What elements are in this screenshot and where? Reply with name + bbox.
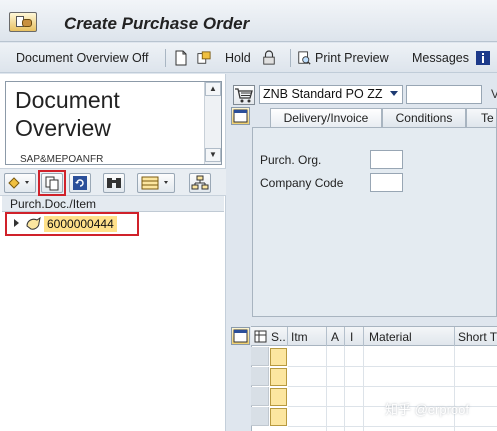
refresh-button[interactable]	[69, 173, 91, 193]
grid-column-line	[344, 346, 345, 431]
column-header-short-text[interactable]: Short T	[458, 330, 497, 344]
row-selector[interactable]	[251, 367, 269, 386]
row-selector[interactable]	[251, 387, 269, 406]
adopt-button-highlight	[38, 170, 66, 196]
hold-button[interactable]: Hold	[225, 51, 251, 65]
scroll-down-icon[interactable]: ▼	[205, 148, 221, 162]
item-overview-toggle-icon	[233, 329, 248, 343]
toolbar-separator	[165, 49, 166, 67]
toolbar-separator	[290, 49, 291, 67]
page-title: Create Purchase Order	[64, 14, 250, 33]
overview-toolbar	[0, 168, 226, 196]
tab-conditions[interactable]: Conditions	[382, 108, 466, 127]
selection-variant-icon	[8, 177, 29, 189]
po-type-dropdown[interactable]: ZNB Standard PO ZZ	[259, 85, 403, 104]
column-separator	[363, 327, 364, 346]
panel-splitter[interactable]	[226, 74, 232, 431]
header-toggle-icon	[233, 109, 248, 123]
column-separator	[344, 327, 345, 346]
grid-row-line	[288, 426, 497, 427]
selection-variant-button[interactable]	[4, 173, 36, 193]
column-header-item-category[interactable]: I	[350, 330, 353, 344]
row-selector[interactable]	[251, 347, 269, 366]
scroll-up-icon[interactable]: ▲	[205, 82, 221, 96]
find-button[interactable]	[103, 173, 125, 193]
grid-row-line	[288, 366, 497, 367]
row-status-cell[interactable]	[270, 348, 287, 366]
print-preview-button[interactable]: Print Preview	[315, 51, 389, 65]
column-header-status[interactable]: S..	[271, 330, 286, 344]
chevron-down-icon[interactable]	[390, 91, 398, 96]
layout-name: SAP&MEPOANFR	[20, 154, 104, 165]
vendor-label: V	[491, 87, 497, 101]
tree-column-header: Purch.Doc./Item	[2, 196, 224, 212]
tree-item-highlight	[5, 212, 139, 236]
row-status-cell[interactable]	[270, 408, 287, 426]
company-code-label: Company Code	[260, 176, 344, 190]
watermark: 知乎 @erproof	[385, 402, 469, 417]
tab-delivery-invoice[interactable]: Delivery/Invoice	[270, 108, 382, 127]
print-preview-icon[interactable]	[297, 50, 311, 66]
transaction-icon[interactable]	[9, 12, 37, 32]
column-separator	[454, 327, 455, 346]
column-header-item[interactable]: Itm	[291, 330, 308, 344]
binoculars-icon	[107, 178, 121, 188]
column-separator	[287, 327, 288, 346]
shopping-cart-icon[interactable]	[233, 85, 255, 105]
company-code-input[interactable]	[370, 173, 403, 192]
row-selector[interactable]	[251, 407, 269, 426]
table-settings-icon[interactable]	[254, 330, 267, 343]
vertical-scrollbar[interactable]: ▲ ▼	[204, 82, 221, 164]
column-header-account-assignment[interactable]: A	[331, 330, 339, 344]
hierarchy-icon	[191, 175, 209, 190]
row-status-cell[interactable]	[270, 368, 287, 386]
grid-column-line	[363, 346, 364, 431]
hierarchy-button[interactable]	[189, 173, 211, 193]
row-status-cell[interactable]	[270, 388, 287, 406]
column-header-material[interactable]: Material	[369, 330, 412, 344]
messages-button[interactable]: Messages	[412, 51, 469, 65]
column-separator	[326, 327, 327, 346]
header-toggle-button[interactable]	[231, 107, 250, 125]
purch-org-input[interactable]	[370, 150, 403, 169]
purch-org-label: Purch. Org.	[260, 153, 322, 167]
check-icon[interactable]	[262, 50, 276, 66]
other-document-icon[interactable]	[197, 50, 211, 66]
vendor-input[interactable]	[406, 85, 482, 104]
refresh-icon	[73, 176, 87, 190]
grid-column-line	[454, 346, 455, 431]
personal-settings-icon[interactable]	[476, 50, 490, 66]
grid-row-line	[288, 386, 497, 387]
grid-column-line	[326, 346, 327, 431]
layout-button[interactable]	[137, 173, 175, 193]
document-overview-title: Document Overview	[15, 87, 120, 141]
item-overview-toggle-button[interactable]	[231, 327, 250, 345]
new-document-icon[interactable]	[174, 50, 188, 66]
layout-icon	[141, 176, 168, 190]
document-overview-off-button[interactable]: Document Overview Off	[16, 51, 148, 65]
tab-texts[interactable]: Te	[466, 108, 497, 127]
application-toolbar: Document Overview Off Hold Print Preview…	[0, 43, 497, 73]
